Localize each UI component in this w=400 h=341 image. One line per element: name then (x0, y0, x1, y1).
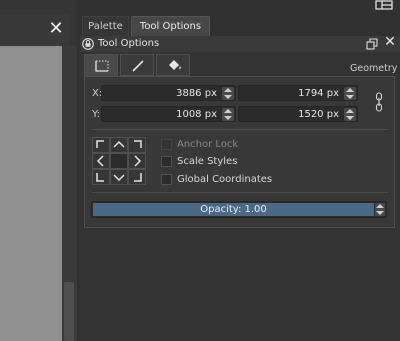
scale-styles-label: Scale Styles (177, 156, 238, 167)
y-position-spinbox[interactable]: 1008 px (101, 106, 236, 122)
anchor-top-right-button[interactable] (128, 137, 146, 153)
x-position-value: 3886 px (176, 88, 217, 99)
chain-link-icon[interactable] (374, 91, 384, 113)
spin-arrows-icon[interactable] (375, 203, 385, 216)
corner-top-right-icon (134, 140, 142, 148)
chevron-up-icon (113, 140, 125, 148)
divider (92, 192, 388, 193)
docker-title: Tool Options (98, 38, 160, 49)
corner-bottom-left-icon (96, 173, 104, 182)
close-icon[interactable]: ✕ (383, 34, 397, 50)
close-icon[interactable]: ✕ (47, 19, 65, 39)
scale-styles-option[interactable]: Scale Styles (161, 155, 281, 169)
corner-bottom-right-icon (134, 173, 142, 182)
divider (92, 129, 388, 130)
scale-styles-checkbox[interactable] (161, 156, 172, 167)
chevron-right-icon (134, 155, 142, 167)
chevron-left-icon (96, 155, 104, 167)
chevron-down-icon (113, 174, 125, 182)
anchor-top-button[interactable] (110, 137, 128, 153)
anchor-left-button[interactable] (92, 153, 110, 169)
line-icon (132, 60, 144, 72)
anchor-bottom-left-button[interactable] (92, 169, 110, 185)
height-value: 1520 px (298, 109, 339, 120)
tab-fill-tool[interactable] (156, 54, 190, 76)
float-icon[interactable] (366, 38, 378, 50)
global-coordinates-checkbox[interactable] (161, 174, 172, 185)
y-label: Y: (92, 109, 101, 120)
spin-arrows-icon[interactable] (222, 108, 234, 121)
spin-arrows-icon[interactable] (344, 87, 356, 100)
tab-tool-options[interactable]: Tool Options (131, 16, 210, 36)
lock-icon[interactable] (82, 38, 94, 50)
scrollbar-handle[interactable] (64, 282, 74, 341)
tab-line-tool[interactable] (120, 54, 154, 76)
width-spinbox[interactable]: 1794 px (238, 85, 358, 101)
global-coordinates-option[interactable]: Global Coordinates (161, 173, 301, 187)
anchor-top-left-button[interactable] (92, 137, 110, 153)
anchor-lock-option: Anchor Lock (161, 138, 281, 152)
fill-bucket-icon (169, 60, 181, 70)
height-spinbox[interactable]: 1520 px (238, 106, 358, 122)
anchor-right-button[interactable] (128, 153, 146, 169)
anchor-lock-label: Anchor Lock (177, 139, 239, 150)
spin-arrows-icon[interactable] (344, 108, 356, 121)
corner-top-left-icon (96, 140, 104, 148)
y-position-value: 1008 px (176, 109, 217, 120)
tab-rectangle-select[interactable] (84, 54, 118, 76)
opacity-label: Opacity: 1.00 (200, 204, 267, 215)
global-coordinates-label: Global Coordinates (177, 174, 273, 185)
canvas-area[interactable] (0, 46, 62, 341)
anchor-bottom-right-button[interactable] (128, 169, 146, 185)
geometry-section-label: Geometry (350, 63, 398, 74)
spin-arrows-icon[interactable] (222, 87, 234, 100)
x-position-spinbox[interactable]: 3886 px (101, 85, 236, 101)
anchor-bottom-button[interactable] (110, 169, 128, 185)
window-layout-icon[interactable] (375, 0, 393, 10)
opacity-slider[interactable]: Opacity: 1.00 (91, 201, 387, 218)
tab-palette[interactable]: Palette (82, 16, 129, 36)
anchor-center-button[interactable] (110, 153, 128, 169)
rectangle-select-icon (95, 60, 109, 72)
anchor-lock-checkbox (161, 139, 172, 150)
width-value: 1794 px (298, 88, 339, 99)
